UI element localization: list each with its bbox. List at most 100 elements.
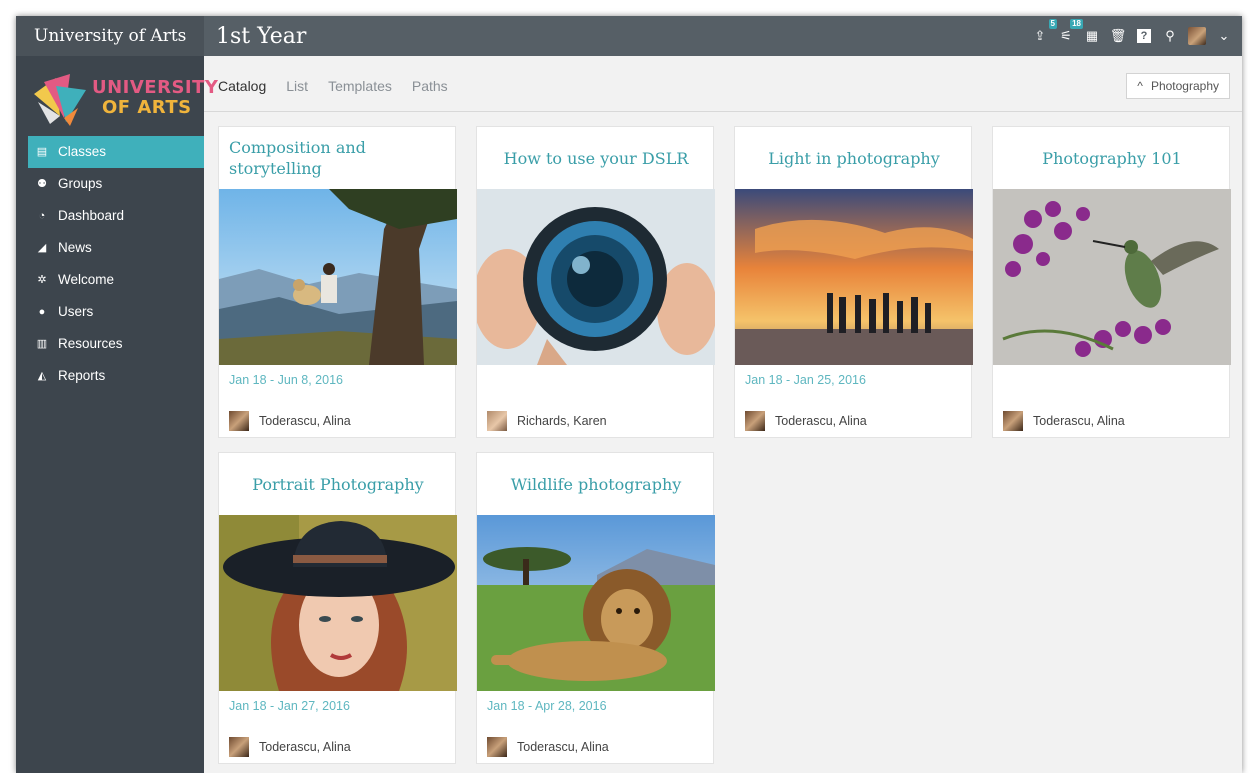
sidebar-item-classes[interactable]: ▤ Classes bbox=[28, 136, 204, 168]
owner-name: Toderascu, Alina bbox=[775, 414, 867, 428]
filter-label: Photography bbox=[1150, 79, 1219, 93]
brand-name[interactable]: University of Arts bbox=[16, 16, 204, 56]
avatar bbox=[229, 411, 249, 431]
reports-icon: ◭ bbox=[37, 370, 47, 382]
class-owner: Toderascu, Alina bbox=[745, 411, 867, 431]
category-filter-button[interactable]: ^ Photography bbox=[1126, 73, 1230, 99]
class-owner: Toderascu, Alina bbox=[229, 737, 351, 757]
sidebar-item-reports[interactable]: ◭ Reports bbox=[28, 360, 204, 392]
logo-line-1: UNIVERSITY bbox=[92, 77, 219, 98]
signal-icon[interactable]: ⚟ 18 bbox=[1058, 19, 1083, 44]
sidebar-item-news[interactable]: ◢ News bbox=[28, 232, 204, 264]
sidebar-item-label: Users bbox=[58, 304, 94, 319]
class-title[interactable]: Photography 101 bbox=[993, 127, 1231, 189]
sidebar: UNIVERSITY OF ARTS ▤ Classes ⚉ Groups ◔ Das… bbox=[16, 56, 218, 773]
sidebar-item-label: Reports bbox=[58, 368, 106, 383]
dashboard-icon: ◔ bbox=[38, 210, 46, 222]
class-image[interactable] bbox=[477, 515, 715, 691]
logo-text: UNIVERSITY OF ARTS bbox=[92, 78, 218, 118]
avatar bbox=[1003, 411, 1023, 431]
sidebar-item-label: Dashboard bbox=[58, 208, 125, 223]
owner-name: Toderascu, Alina bbox=[517, 740, 609, 754]
class-card[interactable]: How to use your DSLR Richards, Karen bbox=[476, 126, 715, 438]
class-title[interactable]: How to use your DSLR bbox=[477, 127, 715, 189]
groups-icon: ⚉ bbox=[37, 178, 47, 190]
share-icon[interactable]: ⇪ 5 bbox=[1032, 19, 1057, 44]
sidebar-item-dashboard[interactable]: ◔ Dashboard bbox=[28, 200, 204, 232]
class-image[interactable] bbox=[993, 189, 1231, 365]
class-owner: Richards, Karen bbox=[487, 411, 607, 431]
class-owner: Toderascu, Alina bbox=[229, 411, 351, 431]
sidebar-item-welcome[interactable]: ✲ Welcome bbox=[28, 264, 204, 296]
landscape-tree-image bbox=[219, 189, 457, 365]
camera-lens-image bbox=[477, 189, 715, 365]
logo-mark-icon bbox=[34, 74, 86, 126]
class-card[interactable]: Composition and storytelling Jan 18 - Ju… bbox=[218, 126, 457, 438]
sidebar-nav: ▤ Classes ⚉ Groups ◔ Dashboard ◢ News ✲ Welco… bbox=[28, 136, 204, 392]
class-image[interactable] bbox=[477, 189, 715, 365]
class-card[interactable]: Photography 101 Toderascu, Alina bbox=[992, 126, 1231, 438]
sidebar-item-label: News bbox=[58, 240, 92, 255]
class-dates: Jan 18 - Jan 27, 2016 bbox=[229, 699, 350, 713]
class-dates: Jan 18 - Apr 28, 2016 bbox=[487, 699, 607, 713]
welcome-icon: ✲ bbox=[37, 274, 47, 286]
sidebar-item-resources[interactable]: ▥ Resources bbox=[28, 328, 204, 360]
user-icon: ● bbox=[38, 306, 46, 318]
sidebar-item-groups[interactable]: ⚉ Groups bbox=[28, 168, 204, 200]
class-title[interactable]: Composition and storytelling bbox=[219, 127, 457, 189]
avatar bbox=[487, 737, 507, 757]
sidebar-item-label: Welcome bbox=[58, 272, 115, 287]
sidebar-item-users[interactable]: ● Users bbox=[28, 296, 204, 328]
view-tabs: Catalog List Templates Paths bbox=[218, 78, 448, 94]
class-owner: Toderascu, Alina bbox=[487, 737, 609, 757]
class-dates: Jan 18 - Jun 8, 2016 bbox=[229, 373, 343, 387]
top-bar: University of Arts 1st Year ⇪ 5 ⚟ 18 ▦ 🗑 ?… bbox=[16, 16, 1242, 56]
sidebar-item-label: Classes bbox=[58, 144, 107, 159]
class-card[interactable]: Light in photography Jan 18 - Jan 25, 20… bbox=[734, 126, 973, 438]
class-title[interactable]: Wildlife photography bbox=[477, 453, 715, 515]
university-logo[interactable]: UNIVERSITY OF ARTS bbox=[30, 70, 218, 130]
sidebar-item-label: Resources bbox=[58, 336, 123, 351]
trash-icon[interactable]: 🗑 bbox=[1110, 28, 1127, 44]
sidebar-item-label: Groups bbox=[58, 176, 103, 191]
top-toolbar: ⇪ 5 ⚟ 18 ▦ 🗑 ? ⚲ ⌄ bbox=[1032, 16, 1232, 56]
tab-list[interactable]: List bbox=[286, 78, 308, 94]
divider bbox=[204, 111, 1242, 112]
sunset-beach-image bbox=[735, 189, 973, 365]
tab-catalog[interactable]: Catalog bbox=[218, 78, 266, 94]
logo-line-2: OF ARTS bbox=[102, 97, 192, 118]
avatar bbox=[229, 737, 249, 757]
owner-name: Richards, Karen bbox=[517, 414, 607, 428]
avatar bbox=[487, 411, 507, 431]
megaphone-icon: ◢ bbox=[37, 242, 47, 254]
class-image[interactable] bbox=[219, 189, 457, 365]
avatar bbox=[745, 411, 765, 431]
owner-name: Toderascu, Alina bbox=[1033, 414, 1125, 428]
profile-avatar[interactable] bbox=[1188, 27, 1206, 45]
tab-paths[interactable]: Paths bbox=[412, 78, 448, 94]
book-icon: ▤ bbox=[36, 146, 48, 158]
class-dates: Jan 18 - Jan 25, 2016 bbox=[745, 373, 866, 387]
main-content: Catalog List Templates Paths ^ Photograp… bbox=[204, 56, 1242, 773]
help-icon[interactable]: ? bbox=[1136, 28, 1152, 44]
class-image[interactable] bbox=[735, 189, 973, 365]
chevron-down-icon[interactable]: ⌄ bbox=[1216, 28, 1232, 44]
share-badge: 5 bbox=[1048, 19, 1057, 29]
class-card[interactable]: Portrait Photography Jan 18 - Jan 27, 20… bbox=[218, 452, 457, 764]
search-icon[interactable]: ⚲ bbox=[1162, 28, 1178, 44]
hummingbird-flowers-image bbox=[993, 189, 1231, 365]
chevron-up-icon: ^ bbox=[1137, 79, 1143, 93]
calendar-icon[interactable]: ▦ bbox=[1084, 28, 1100, 44]
class-image[interactable] bbox=[219, 515, 457, 691]
class-title[interactable]: Portrait Photography bbox=[219, 453, 457, 515]
signal-badge: 18 bbox=[1070, 19, 1083, 29]
page-title: 1st Year bbox=[216, 24, 307, 49]
lion-savanna-image bbox=[477, 515, 715, 691]
resources-icon: ▥ bbox=[36, 338, 48, 350]
tab-templates[interactable]: Templates bbox=[328, 78, 392, 94]
owner-name: Toderascu, Alina bbox=[259, 414, 351, 428]
portrait-woman-hat-image bbox=[219, 515, 457, 691]
class-card[interactable]: Wildlife photography Jan 18 - Apr 28, 20… bbox=[476, 452, 715, 764]
class-owner: Toderascu, Alina bbox=[1003, 411, 1125, 431]
class-title[interactable]: Light in photography bbox=[735, 127, 973, 189]
